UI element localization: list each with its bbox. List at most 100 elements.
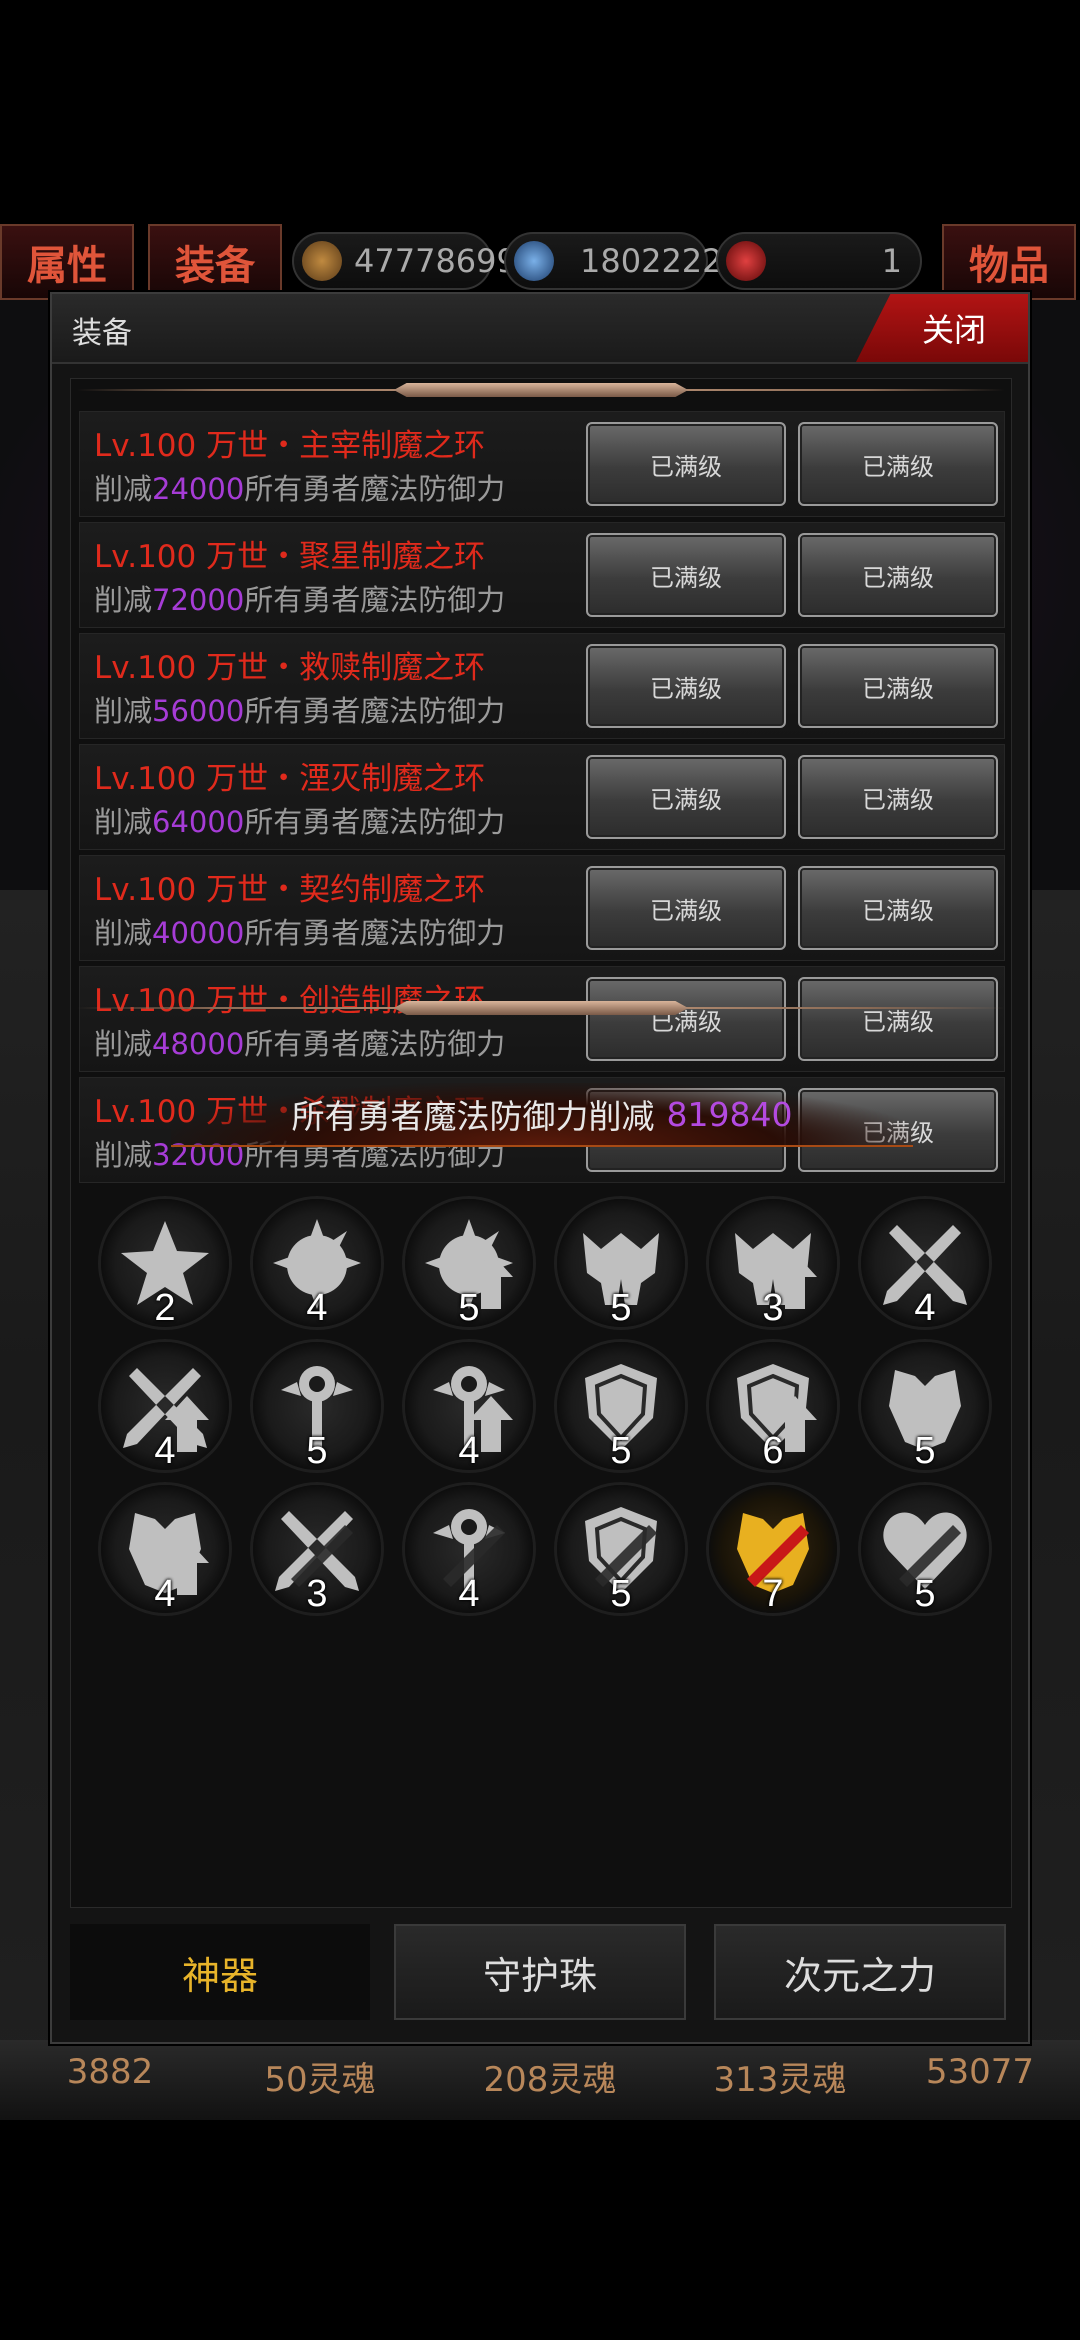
- artifact-badge[interactable]: 5: [861, 1485, 989, 1615]
- artifact-badge[interactable]: 4: [253, 1199, 381, 1329]
- artifact-level: 4: [154, 1430, 176, 1472]
- equipment-dialog: 装备 关闭 Lv.100 万世・主宰制魔之环 削减24000所有勇者魔法防御力 已满…: [50, 292, 1030, 2044]
- max-level-button[interactable]: 已满级: [798, 977, 998, 1061]
- artifact-level: 3: [762, 1287, 784, 1329]
- artifact-badge[interactable]: 5: [861, 1342, 989, 1472]
- desc-value: 64000: [152, 805, 245, 839]
- tab-equipment[interactable]: 装备: [148, 224, 282, 300]
- artifact-level: 4: [154, 1573, 176, 1615]
- artifact-level: 4: [458, 1430, 480, 1472]
- artifact-badge[interactable]: 5: [557, 1485, 685, 1615]
- desc-prefix: 削减: [94, 694, 153, 728]
- max-level-button[interactable]: 已满级: [586, 866, 786, 950]
- desc-prefix: 削减: [94, 1027, 153, 1061]
- desc-suffix: 所有勇者魔法防御力: [244, 472, 506, 506]
- currency-emblem: 1: [716, 232, 922, 290]
- artifact-badge[interactable]: 5: [405, 1199, 533, 1329]
- max-level-button[interactable]: 已满级: [586, 644, 786, 728]
- artifact-level: 5: [914, 1573, 936, 1615]
- currency-gold-value: 47778699: [354, 242, 517, 280]
- max-level-button[interactable]: 已满级: [798, 422, 998, 506]
- max-level-button[interactable]: 已满级: [798, 533, 998, 617]
- ring-description: 削减72000所有勇者魔法防御力: [94, 577, 505, 619]
- ring-description: 削减64000所有勇者魔法防御力: [94, 799, 505, 841]
- max-level-button[interactable]: 已满级: [586, 755, 786, 839]
- artifact-level: 4: [306, 1287, 328, 1329]
- tab-items[interactable]: 物品: [942, 224, 1076, 300]
- top-divider: [77, 383, 1005, 397]
- artifact-badge[interactable]: 4: [405, 1342, 533, 1472]
- tab-dimension-power[interactable]: 次元之力: [714, 1924, 1006, 2020]
- artifact-badge[interactable]: 3: [253, 1485, 381, 1615]
- artifact-badge[interactable]: 5: [557, 1342, 685, 1472]
- bottom-stat-2: 208灵魂: [483, 2060, 617, 2100]
- ring-name: Lv.100 万世・主宰制魔之环: [94, 428, 486, 464]
- dialog-header: 装备 关闭: [52, 294, 1028, 364]
- tab-artifact[interactable]: 神器: [70, 1924, 370, 2020]
- desc-suffix: 所有勇者魔法防御力: [244, 805, 506, 839]
- desc-prefix: 削减: [94, 916, 153, 950]
- ring-description: 削减56000所有勇者魔法防御力: [94, 688, 505, 730]
- ring-item-row: Lv.100 万世・契约制魔之环 削减40000所有勇者魔法防御力 已满级 已满级: [79, 855, 1005, 961]
- content-panel: Lv.100 万世・主宰制魔之环 削减24000所有勇者魔法防御力 已满级 已满级 Lv…: [70, 378, 1012, 1908]
- ring-item-row: Lv.100 万世・救赎制魔之环 削减56000所有勇者魔法防御力 已满级 已满级: [79, 633, 1005, 739]
- ring-item-row: Lv.100 万世・创造制魔之环 削减48000所有勇者魔法防御力 已满级 已满级: [79, 966, 1005, 1072]
- desc-prefix: 削减: [94, 1138, 153, 1172]
- artifact-level: 5: [610, 1287, 632, 1329]
- ring-item-row: Lv.100 万世・聚星制魔之环 削减72000所有勇者魔法防御力 已满级 已满级: [79, 522, 1005, 628]
- max-level-button[interactable]: 已满级: [798, 644, 998, 728]
- desc-suffix: 所有勇者魔法防御力: [244, 916, 506, 950]
- artifact-level: 6: [762, 1430, 784, 1472]
- artifact-level: 2: [154, 1287, 176, 1329]
- ring-description: 削减24000所有勇者魔法防御力: [94, 466, 505, 508]
- artifact-level: 4: [914, 1287, 936, 1329]
- artifact-level: 5: [306, 1430, 328, 1472]
- ring-name: Lv.100 万世・湮灭制魔之环: [94, 761, 486, 797]
- desc-prefix: 削减: [94, 472, 153, 506]
- artifact-badge[interactable]: 5: [557, 1199, 685, 1329]
- desc-value: 40000: [152, 916, 245, 950]
- desc-value: 24000: [152, 472, 245, 506]
- desc-suffix: 所有勇者魔法防御力: [244, 583, 506, 617]
- tab-guardian-orb[interactable]: 守护珠: [394, 1924, 686, 2020]
- artifact-badge[interactable]: 2: [101, 1199, 229, 1329]
- max-level-button[interactable]: 已满级: [798, 755, 998, 839]
- currency-gem-value: 1802222: [580, 242, 723, 280]
- skull-gem-icon: [514, 241, 554, 281]
- bottom-stat-1: 50灵魂: [264, 2060, 376, 2100]
- close-button[interactable]: 关闭: [856, 294, 1028, 362]
- dialog-title: 装备: [72, 316, 132, 351]
- artifact-level: 5: [914, 1430, 936, 1472]
- ring-name: Lv.100 万世・救赎制魔之环: [94, 650, 486, 686]
- total-reduction-banner: 所有勇者魔法防御力削减 819840: [171, 1083, 913, 1147]
- artifact-badge[interactable]: 5: [253, 1342, 381, 1472]
- max-level-button[interactable]: 已满级: [586, 533, 786, 617]
- artifact-level: 5: [610, 1573, 632, 1615]
- desc-prefix: 削减: [94, 805, 153, 839]
- desc-value: 48000: [152, 1027, 245, 1061]
- max-level-button[interactable]: 已满级: [586, 422, 786, 506]
- bottom-stat-3: 313灵魂: [713, 2060, 847, 2100]
- total-reduction-label: 所有勇者魔法防御力削减: [291, 1097, 655, 1136]
- max-level-button[interactable]: 已满级: [586, 977, 786, 1061]
- desc-suffix: 所有勇者魔法防御力: [244, 694, 506, 728]
- artifact-badge[interactable]: 3: [709, 1199, 837, 1329]
- coin-icon: [302, 241, 342, 281]
- artifact-level: 4: [458, 1573, 480, 1615]
- artifact-badge[interactable]: 6: [709, 1342, 837, 1472]
- artifact-badge[interactable]: 4: [101, 1485, 229, 1615]
- artifact-badge[interactable]: 4: [101, 1342, 229, 1472]
- tab-attributes[interactable]: 属性: [0, 224, 134, 300]
- ring-name: Lv.100 万世・契约制魔之环: [94, 872, 486, 908]
- artifact-badge[interactable]: 4: [861, 1199, 989, 1329]
- max-level-button[interactable]: 已满级: [798, 866, 998, 950]
- bottom-stat-0: 3882: [66, 2052, 154, 2092]
- artifact-level: 7: [762, 1573, 784, 1615]
- currency-gold: 47778699: [292, 232, 517, 290]
- ring-description: 削减48000所有勇者魔法防御力: [94, 1021, 505, 1063]
- total-reduction-value: 819840: [666, 1094, 793, 1134]
- desc-value: 72000: [152, 583, 245, 617]
- middle-divider: [77, 1001, 1005, 1015]
- artifact-badge[interactable]: 7: [709, 1485, 837, 1615]
- artifact-badge[interactable]: 4: [405, 1485, 533, 1615]
